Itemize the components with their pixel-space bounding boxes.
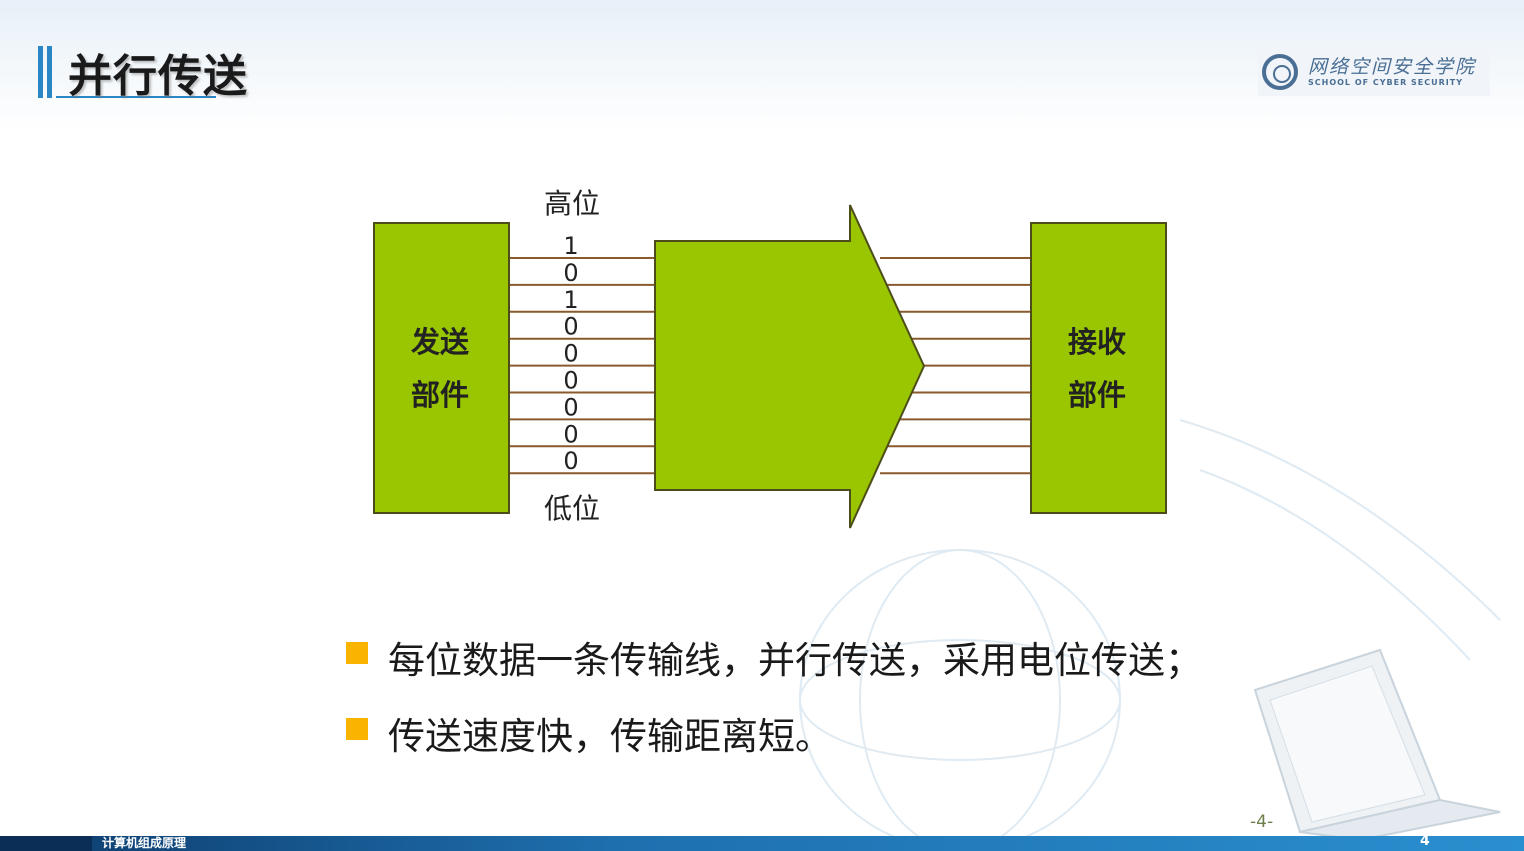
bullet-marker [346,718,368,740]
low-bit-label: 低位 [544,492,600,525]
page-mark: -4- [1250,812,1274,832]
bit-value: 1 [563,286,578,314]
sender-block [373,222,510,514]
bullet-marker [346,642,368,664]
bit-labels: 101000000 [563,232,578,475]
bit-value: 0 [563,367,578,395]
bullet-text: 传送速度快，传输距离短。 [388,715,832,758]
footer-page-number: 4 [1420,833,1430,849]
receiver-block [1030,222,1167,514]
bit-value: 0 [563,447,578,475]
bit-value: 0 [563,420,578,448]
footer-course-name: 计算机组成原理 [102,836,187,850]
footer-accent [0,836,92,851]
bit-value: 1 [563,232,578,260]
bullet-text: 每位数据一条传输线，并行传送，采用电位传送； [388,639,1202,682]
receiver-label-line1: 接收 [1068,325,1126,359]
bit-value: 0 [563,313,578,341]
high-bit-label: 高位 [544,187,600,220]
bit-value: 0 [563,393,578,421]
footer-bar [0,836,1524,851]
bit-value: 0 [563,259,578,287]
bit-value: 0 [563,340,578,368]
sender-label-line1: 发送 [410,325,469,359]
receiver-label-line2: 部件 [1068,378,1126,412]
transfer-arrow [654,204,926,529]
sender-label-line2: 部件 [411,378,469,412]
